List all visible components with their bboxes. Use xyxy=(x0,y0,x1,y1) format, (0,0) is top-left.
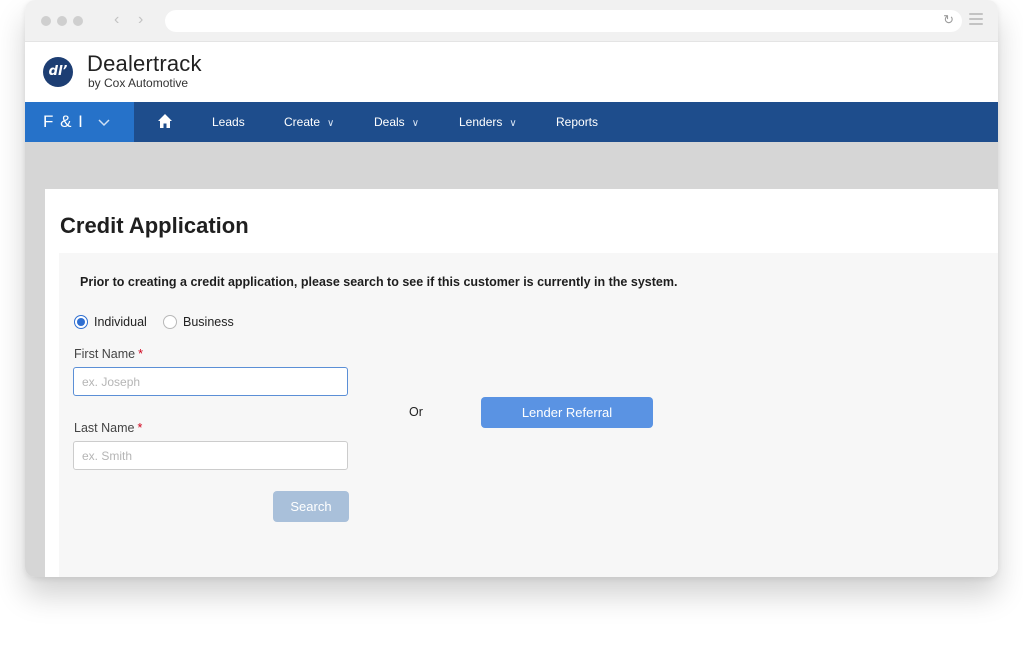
main-navbar: F & I Leads Create ∨ Deals ∨ Lenders ∨ Repo… xyxy=(25,102,998,142)
chevron-right-icon[interactable]: › xyxy=(138,10,143,30)
module-label: F & I xyxy=(43,112,84,131)
nav-item-label: Reports xyxy=(556,115,599,129)
nav-item-deals[interactable]: Deals ∨ xyxy=(374,115,419,129)
first-name-label: First Name * xyxy=(74,347,143,361)
first-name-label-text: First Name xyxy=(74,347,136,361)
left-gutter xyxy=(25,189,45,577)
nav-item-leads[interactable]: Leads xyxy=(212,115,245,129)
brand-name: Dealertrack xyxy=(87,51,202,76)
brand-subtitle: by Cox Automotive xyxy=(88,76,189,90)
browser-toolbar: ‹ › ↻ xyxy=(25,0,998,42)
business-radio-label[interactable]: Business xyxy=(183,315,234,329)
search-button[interactable]: Search xyxy=(273,491,349,522)
dealertrack-logo[interactable]: dl’ xyxy=(43,57,73,87)
instruction-text: Prior to creating a credit application, … xyxy=(80,275,678,289)
nav-item-label: Leads xyxy=(212,115,245,129)
individual-radio[interactable] xyxy=(74,315,88,329)
nav-item-label: Deals xyxy=(374,115,405,129)
chevron-down-icon: ∨ xyxy=(509,118,517,129)
nav-item-lenders[interactable]: Lenders ∨ xyxy=(459,115,517,129)
nav-item-create[interactable]: Create ∨ xyxy=(284,115,334,129)
customer-search-panel: Prior to creating a credit application, … xyxy=(59,253,998,577)
last-name-input[interactable] xyxy=(73,441,348,470)
chevron-down-icon: ∨ xyxy=(327,118,335,129)
chevron-down-icon: ∨ xyxy=(411,118,420,129)
subheader-band xyxy=(25,142,998,189)
address-bar[interactable]: ↻ xyxy=(165,10,962,32)
individual-radio-label[interactable]: Individual xyxy=(94,315,147,329)
last-name-label: Last Name * xyxy=(74,421,142,435)
browser-window: ‹ › ↻ dl’ Dealertrack by Cox Automotive … xyxy=(25,0,998,577)
brand-header: dl’ Dealertrack by Cox Automotive xyxy=(25,42,998,102)
nav-item-reports[interactable]: Reports xyxy=(556,115,598,129)
chevron-down-icon xyxy=(98,111,110,131)
or-separator: Or xyxy=(409,405,423,419)
nav-item-label: Create xyxy=(284,115,321,129)
credit-application-page: Credit Application Prior to creating a c… xyxy=(45,189,998,577)
home-icon[interactable] xyxy=(157,113,173,129)
reload-icon[interactable]: ↻ xyxy=(943,12,954,28)
lender-referral-button[interactable]: Lender Referral xyxy=(481,397,653,428)
chevron-left-icon[interactable]: ‹ xyxy=(114,10,119,30)
window-minimize-dot[interactable] xyxy=(57,16,67,26)
required-marker: * xyxy=(137,421,143,435)
hamburger-menu-icon[interactable] xyxy=(969,13,983,25)
window-close-dot[interactable] xyxy=(41,16,51,26)
first-name-input[interactable] xyxy=(73,367,348,396)
window-zoom-dot[interactable] xyxy=(73,16,83,26)
module-switcher[interactable]: F & I xyxy=(25,102,134,142)
page-title: Credit Application xyxy=(60,213,249,238)
nav-item-label: Lenders xyxy=(459,115,503,129)
required-marker: * xyxy=(138,347,143,361)
last-name-label-text: Last Name xyxy=(74,421,135,435)
business-radio[interactable] xyxy=(163,315,177,329)
